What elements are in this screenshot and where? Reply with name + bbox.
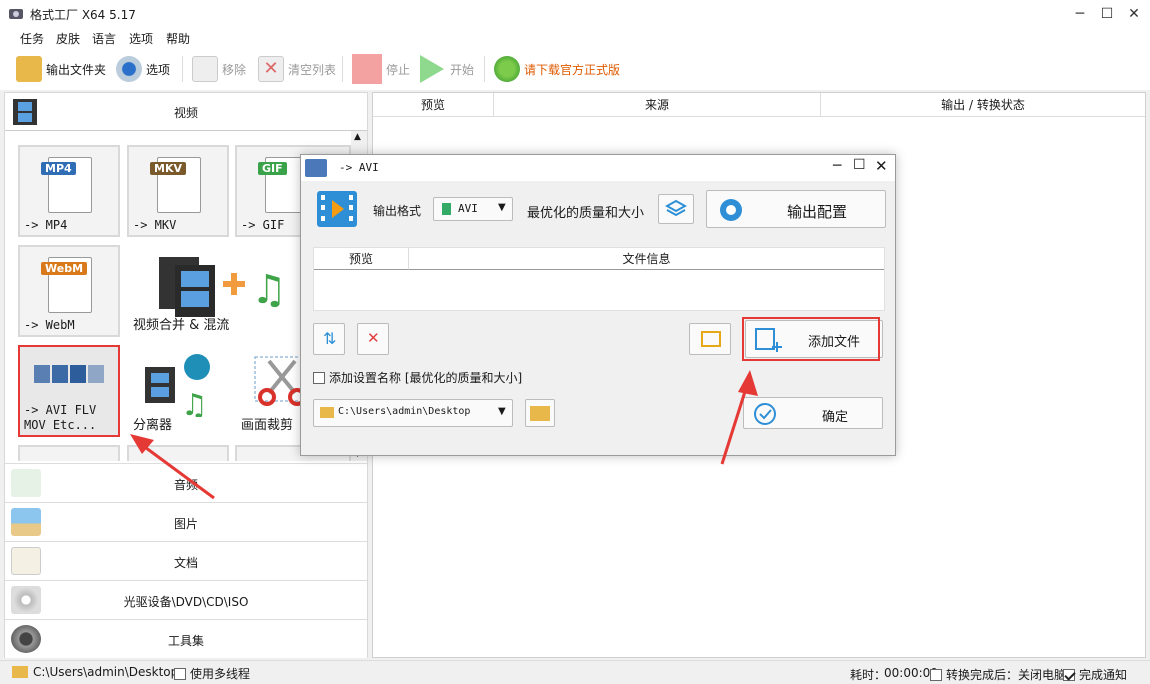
highlight-add-file [742,317,880,361]
annotation-arrow-left [130,434,215,500]
video-format-icon [317,191,357,227]
dialog-col-file-info[interactable]: 文件信息 [409,248,884,270]
download-official-link[interactable]: 请下载官方正式版 [494,54,620,84]
category-document[interactable]: 文档 [5,541,367,580]
menu-bar: 任务 皮肤 语言 选项 帮助 [0,28,1150,48]
toolbar: 输出文件夹 选项 移除 ✕ 清空列表 停止 开始 请下载官方正式版 [0,48,1150,90]
annotation-arrow-right [720,370,758,465]
remove-button[interactable]: 移除 [192,54,246,84]
col-preview[interactable]: 预览 [373,93,494,117]
add-setting-name-option[interactable]: 添加设置名称 [最优化的质量和大小] [313,369,522,386]
menu-language[interactable]: 语言 [92,30,116,47]
multithread-option[interactable]: 使用多线程 [174,665,250,682]
chevron-down-icon: ▼ [498,406,506,417]
elapsed-label: 耗时： [850,668,887,682]
format-select[interactable]: AVI ▼ [433,197,513,221]
stop-icon [352,54,382,84]
maximize-button[interactable]: ☐ [1097,4,1117,24]
remove-icon [192,56,218,82]
preset-layers-button[interactable] [658,194,694,224]
file-icon [442,203,451,215]
dialog-title-bar: -> AVI ─ ☐ ✕ [301,155,895,181]
app-icon [9,9,23,19]
dialog-minimize-button[interactable]: ─ [833,158,841,174]
remove-file-button[interactable]: ✕ [357,323,389,355]
gear-icon [116,56,142,82]
video-category[interactable]: 视频 [5,93,367,131]
menu-task[interactable]: 任务 [20,30,44,47]
menu-help[interactable]: 帮助 [166,30,190,47]
globe-icon [494,56,520,82]
title-bar: 格式工厂 X64 5.17 ─ ☐ ✕ [0,0,1150,28]
dialog-file-table: 预览 文件信息 [313,247,885,311]
col-source[interactable]: 来源 [494,93,821,117]
highlight-avi-tile [18,345,120,437]
sort-arrows-icon: ⇅ [323,329,337,348]
dialog-close-button[interactable]: ✕ [875,157,888,175]
quality-preset-label: 最优化的质量和大小 [527,206,645,221]
scroll-up-icon[interactable]: ▲ [354,132,361,142]
clear-icon: ✕ [258,56,284,82]
start-button[interactable]: 开始 [418,54,474,84]
minimize-button[interactable]: ─ [1070,4,1090,24]
dialog-maximize-button[interactable]: ☐ [853,157,866,173]
svg-text:♫: ♫ [181,388,208,417]
folder-icon [12,666,28,678]
folder-icon [530,406,550,421]
clear-list-button[interactable]: ✕ 清空列表 [258,54,336,84]
svg-text:♫: ♫ [251,267,287,313]
dialog-title: -> AVI [339,161,379,174]
play-icon [420,55,444,83]
notify-option[interactable]: 完成通知 [1063,666,1127,683]
merge-icon: ♫ [159,257,287,317]
tile-mkv[interactable]: MKV -> MKV [127,145,229,237]
menu-skin[interactable]: 皮肤 [56,30,80,47]
output-folder-button[interactable]: 输出文件夹 [16,54,106,84]
output-config-button[interactable]: 输出配置 [706,190,886,228]
multithread-checkbox[interactable] [174,668,186,680]
folder-plus-icon [701,331,721,347]
tile-partial-1[interactable] [18,445,120,461]
layers-icon [665,199,687,217]
options-button[interactable]: 选项 [116,54,170,84]
shutdown-option[interactable]: 转换完成后：关闭电脑 [930,666,1066,683]
shutdown-checkbox[interactable] [930,669,942,681]
output-folder-select[interactable]: C:\Users\admin\Desktop ▼ [313,399,513,427]
category-optical-disc[interactable]: 光驱设备\DVD\CD\ISO [5,580,367,619]
gear-icon [720,199,742,221]
category-toolbox[interactable]: 工具集 [5,619,367,658]
close-button[interactable]: ✕ [1124,4,1144,24]
convert-dialog: -> AVI ─ ☐ ✕ 输出格式 AVI ▼ 最优化的质量和大小 输出配置 预… [300,154,896,456]
browse-folder-button[interactable] [525,399,555,427]
setting-name-checkbox[interactable] [313,372,325,384]
notify-checkbox[interactable] [1063,669,1075,681]
stop-button[interactable]: 停止 [352,54,410,84]
delete-icon: ✕ [367,329,380,347]
dialog-col-preview[interactable]: 预览 [314,248,409,270]
window-title: 格式工厂 X64 5.17 [30,8,136,22]
status-path[interactable]: C:\Users\admin\Desktop [33,665,178,679]
avi-icon [305,159,327,177]
mp4-file-icon: MP4 [41,157,92,213]
folder-icon [16,56,42,82]
reorder-button[interactable]: ⇅ [313,323,345,355]
output-format-label: 输出格式 [373,204,422,218]
menu-options[interactable]: 选项 [129,30,153,47]
webm-file-icon: WebM [41,257,92,313]
mkv-file-icon: MKV [150,157,201,213]
splitter-icon: ♫ [145,354,210,417]
tile-webm[interactable]: WebM -> WebM [18,245,120,337]
tile-mp4[interactable]: MP4 -> MP4 [18,145,120,237]
status-bar: C:\Users\admin\Desktop 使用多线程 耗时： 00:00:0… [0,660,1150,684]
chevron-down-icon: ▼ [498,202,506,213]
col-output-status[interactable]: 输出 / 转换状态 [821,93,1145,117]
folder-icon [320,407,334,418]
add-folder-button[interactable] [689,323,731,355]
